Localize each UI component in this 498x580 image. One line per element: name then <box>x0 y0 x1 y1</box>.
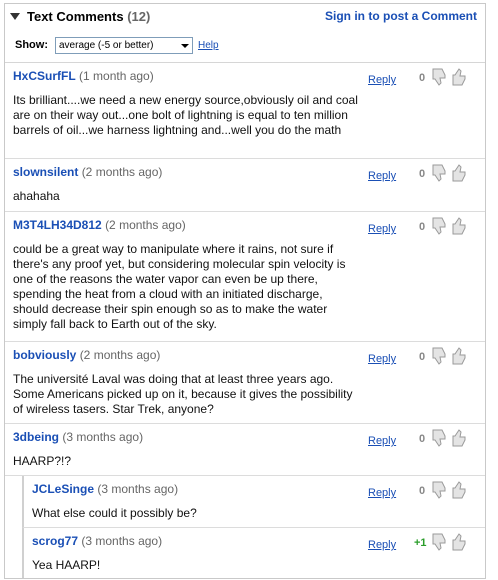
thumb-down-icon[interactable] <box>431 429 447 447</box>
comment-score: 0 <box>419 433 426 445</box>
comment-text: could be a great way to manipulate where… <box>13 242 346 331</box>
thumb-up-icon[interactable] <box>451 429 467 447</box>
reply-button[interactable]: Reply <box>368 170 396 182</box>
comments-title-text: Text Comments <box>27 9 124 24</box>
reply-button[interactable]: Reply <box>368 435 396 447</box>
comment-score: 0 <box>419 221 426 233</box>
thumb-up-icon[interactable] <box>451 68 467 86</box>
comment-score: 0 <box>419 168 426 180</box>
reply-item: JCLeSinge (3 months ago) What else could… <box>22 476 485 528</box>
comment-time: (2 months ago) <box>105 218 186 232</box>
triangle-down-icon[interactable] <box>10 9 20 23</box>
comment-item: slownsilent (2 months ago) ahahaha Reply… <box>5 159 485 212</box>
comment-item: HxCSurfFL (1 month ago) Its brilliant...… <box>5 63 485 159</box>
thumb-up-icon[interactable] <box>451 217 467 235</box>
comment-time: (3 months ago) <box>81 534 163 548</box>
comment-author-line: M3T4LH34D812 (2 months ago) <box>13 218 186 232</box>
comments-header: Text Comments (12) Sign in to post a Com… <box>5 4 485 62</box>
comments-title: Text Comments (12) <box>27 9 150 24</box>
comment-text: Yea HAARP! <box>32 558 101 572</box>
thumb-down-icon[interactable] <box>431 164 447 182</box>
thumb-up-icon[interactable] <box>451 347 467 365</box>
comment-score: +1 <box>414 537 427 549</box>
comment-author[interactable]: scrog77 <box>32 534 78 548</box>
comment-time: (3 months ago) <box>97 482 179 496</box>
comment-author[interactable]: 3dbeing <box>13 430 59 444</box>
chevron-down-icon <box>181 44 189 48</box>
comment-author-line: scrog77 (3 months ago) <box>32 534 162 548</box>
show-filter-select[interactable]: average (-5 or better) <box>55 37 193 54</box>
reply-button[interactable]: Reply <box>368 487 396 499</box>
comment-item: M3T4LH34D812 (2 months ago) could be a g… <box>5 212 485 342</box>
comment-author[interactable]: slownsilent <box>13 165 78 179</box>
comment-text: Its brilliant....we need a new energy so… <box>13 93 358 137</box>
show-filter-value: average (-5 or better) <box>59 40 154 51</box>
comment-author[interactable]: M3T4LH34D812 <box>13 218 102 232</box>
sign-in-link[interactable]: Sign in to post a Comment <box>325 9 477 23</box>
comment-score: 0 <box>419 485 426 497</box>
comment-score: 0 <box>419 72 426 84</box>
comment-time: (2 months ago) <box>79 348 161 362</box>
comment-time: (2 months ago) <box>81 165 163 179</box>
comment-author[interactable]: HxCSurfFL <box>13 69 76 83</box>
comment-author-line: HxCSurfFL (1 month ago) <box>13 69 154 83</box>
reply-button[interactable]: Reply <box>368 74 396 86</box>
comment-time: (3 months ago) <box>62 430 144 444</box>
help-link[interactable]: Help <box>198 40 219 51</box>
comments-count: (12) <box>127 9 151 24</box>
comment-text: What else could it possibly be? <box>32 506 197 520</box>
reply-button[interactable]: Reply <box>368 539 396 551</box>
reply-item: scrog77 (3 months ago) Yea HAARP! Reply … <box>22 528 485 578</box>
comment-text: HAARP?!? <box>13 454 72 468</box>
comments-panel: Text Comments (12) Sign in to post a Com… <box>4 3 486 579</box>
thumb-down-icon[interactable] <box>431 533 447 551</box>
reply-button[interactable]: Reply <box>368 353 396 365</box>
comment-text: The université Laval was doing that at l… <box>13 372 353 416</box>
comment-author-line: slownsilent (2 months ago) <box>13 165 162 179</box>
comment-author-line: 3dbeing (3 months ago) <box>13 430 143 444</box>
comment-author-line: JCLeSinge (3 months ago) <box>32 482 178 496</box>
thumb-down-icon[interactable] <box>431 347 447 365</box>
comment-score: 0 <box>419 351 426 363</box>
thumb-down-icon[interactable] <box>431 217 447 235</box>
thumb-down-icon[interactable] <box>431 481 447 499</box>
comment-author-line: bobviously (2 months ago) <box>13 348 160 362</box>
comment-text: ahahaha <box>13 189 60 203</box>
thumb-up-icon[interactable] <box>451 481 467 499</box>
thumb-up-icon[interactable] <box>451 164 467 182</box>
comment-time: (1 month ago) <box>79 69 154 83</box>
comment-author[interactable]: JCLeSinge <box>32 482 94 496</box>
thumb-down-icon[interactable] <box>431 68 447 86</box>
thumb-up-icon[interactable] <box>451 533 467 551</box>
comment-item: 3dbeing (3 months ago) HAARP?!? Reply 0 <box>5 424 485 476</box>
comment-author[interactable]: bobviously <box>13 348 76 362</box>
comment-item: bobviously (2 months ago) The université… <box>5 342 485 424</box>
show-label: Show: <box>15 39 48 51</box>
reply-button[interactable]: Reply <box>368 223 396 235</box>
